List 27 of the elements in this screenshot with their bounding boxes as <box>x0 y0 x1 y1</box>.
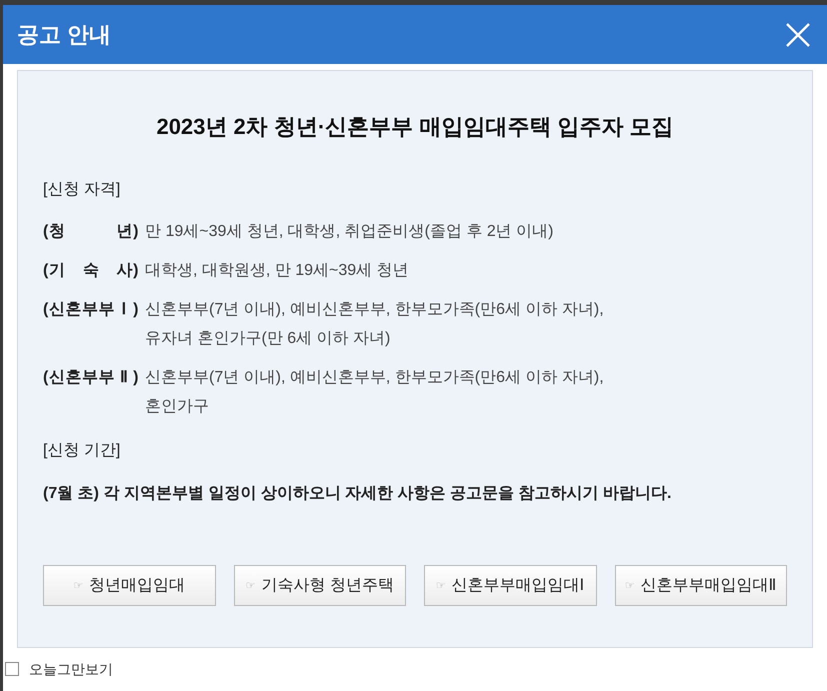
pointing-hand-icon: ☞ <box>73 580 84 591</box>
section-heading: [신청 기간] <box>43 441 122 461</box>
link-button[interactable]: ☞ 청년매입임대 <box>43 565 216 606</box>
criteria-text: 혼인가구 <box>145 397 209 417</box>
pointing-hand-icon: ☞ <box>624 580 635 591</box>
criteria-label: (신혼부부Ⅱ) <box>43 368 139 388</box>
criteria-text: 대학생, 대학원생, 만 19세~39세 청년 <box>145 261 409 281</box>
criteria-text: 만 19세~39세 청년, 대학생, 취업준비생(졸업 후 2년 이내) <box>145 222 554 242</box>
criteria-label: (기 숙 사) <box>43 261 139 281</box>
close-icon <box>786 22 810 46</box>
close-button[interactable] <box>785 22 811 48</box>
checkbox-label[interactable]: 오늘그만보기 <box>29 658 113 680</box>
pointing-hand-icon: ☞ <box>436 580 446 591</box>
period-text: (7월 초) 각 지역본부별 일정이 상이하오니 자세한 사항은 공고문을 참고하시기 바랍니다. <box>43 484 672 504</box>
checkbox[interactable] <box>5 662 19 676</box>
link-button[interactable]: ☞ 신혼부부매입임대Ⅰ <box>424 565 596 606</box>
section-heading: [신청 자격] <box>43 180 122 200</box>
notice-title: 2023년 2차 청년·신혼부부 매입임대주택 입주자 모집 <box>155 113 675 141</box>
criteria-label: (신혼부부Ⅰ) <box>43 300 139 320</box>
link-button[interactable]: ☞ 기숙사형 청년주택 <box>234 565 406 606</box>
criteria-text: 신혼부부(7년 이내), 예비신혼부부, 한부모가족(만6세 이하 자녀), <box>145 368 604 388</box>
criteria-text: 유자녀 혼인가구(만 6세 이하 자녀) <box>145 329 390 349</box>
pointing-hand-icon: ☞ <box>246 580 256 591</box>
dialog-title: 공고 안내 <box>17 21 112 49</box>
link-button[interactable]: ☞ 신혼부부매입임대Ⅱ <box>614 565 787 606</box>
criteria-text: 신혼부부(7년 이내), 예비신혼부부, 한부모가족(만6세 이하 자녀), <box>145 300 604 320</box>
criteria-label: (청 년) <box>43 222 139 242</box>
